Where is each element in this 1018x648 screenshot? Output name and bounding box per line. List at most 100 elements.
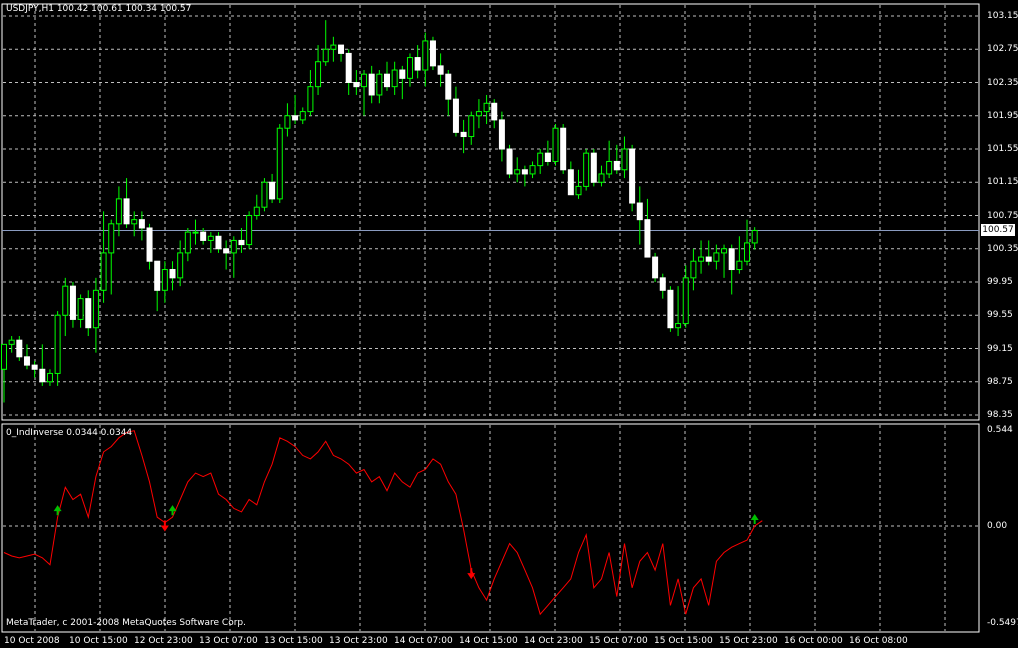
candle-body [698,256,705,262]
candle-body [138,219,145,229]
candle-body [200,231,207,241]
candle-body [261,181,268,208]
candle-body [100,252,107,291]
candle-body [498,119,505,150]
candle-body [736,260,743,271]
candle-body [399,69,406,79]
candle-body [667,289,674,329]
candle-body [705,256,712,262]
candle-body [115,198,122,225]
candle-body [613,160,620,171]
candle-body [644,219,651,258]
candle-body [506,148,513,175]
candle-body [223,248,230,254]
time-tick-label: 15 Oct 15:00 [654,636,713,646]
candle-body [238,239,245,246]
price-tick-label: 100.35 [987,243,1018,254]
candle-body [721,248,728,254]
candle-body [62,285,69,316]
indicator-series [3,430,763,616]
candle-body [537,152,544,167]
candle-body [491,102,498,121]
time-tick-label: 16 Oct 08:00 [849,636,908,646]
candle-body [1,343,7,370]
down-arrow-stem [470,568,473,574]
down-arrow-icon [160,525,169,532]
time-tick-label: 12 Oct 23:00 [134,636,193,646]
price-tick-label: 101.15 [987,177,1018,188]
candle-body [751,229,758,244]
price-tick-label: 98.35 [987,410,1013,420]
candle-body [123,198,130,225]
candle-body [514,169,521,175]
candle-body [69,285,76,320]
price-tick-label: 101.55 [987,144,1018,154]
candle-body [292,115,299,121]
price-tick-label: 102.35 [987,77,1018,88]
candle-body [276,127,283,200]
indicator-tick-label: -0.5497 [987,618,1018,628]
candle-body [92,289,99,329]
time-tick-label: 15 Oct 23:00 [719,636,778,646]
candle-body [460,131,467,138]
up-arrow-stem [56,510,59,516]
candle-body [8,339,15,345]
candle-body [713,252,720,262]
indicator-line [3,430,763,616]
candle-body [552,127,559,162]
candle-body [475,111,482,117]
candle-body [728,248,735,271]
candle-body [544,152,551,162]
candle-body [391,69,398,88]
candle-body [636,202,643,221]
time-tick-label: 10 Oct 2008 [4,636,60,646]
candle-body [85,298,92,329]
candle-body [330,44,337,50]
up-arrow-stem [753,518,756,524]
signal-arrows [53,505,759,580]
candle-body [675,323,682,329]
candle-body [46,372,53,383]
candle-body [422,40,429,71]
price-tick-label: 99.95 [987,277,1013,287]
candle-body [39,368,46,383]
candle-body [230,239,237,254]
candle-body [54,314,61,374]
time-tick-label: 13 Oct 23:00 [329,636,388,646]
candle-body [177,252,184,279]
candle-body [368,73,375,96]
candle-body [529,165,536,175]
candle-body [575,185,582,196]
indicator-title: 0_IndInverse 0.0344 0.0344 [6,428,133,438]
candlestick-series [1,20,758,403]
candle-body [452,98,459,133]
metatrader-chart-window[interactable]: USDJPY,H1 100.42 100.61 100.34 100.57 0_… [0,0,1018,648]
candle-body [583,152,590,187]
time-tick-label: 10 Oct 15:00 [69,636,128,646]
candle-body [744,242,751,262]
price-tick-label: 99.15 [987,343,1013,354]
candle-body [659,277,666,291]
candle-body [131,219,138,225]
time-tick-label: 14 Oct 07:00 [394,636,453,646]
candle-body [108,223,115,254]
candle-body [567,169,574,196]
candle-body [606,160,613,175]
candle-body [598,173,605,183]
time-tick-label: 14 Oct 15:00 [459,636,518,646]
price-tick-label: 100.75 [987,210,1018,221]
candle-body [590,152,597,183]
candle-body [169,269,176,279]
price-tick-label: 102.75 [987,44,1018,55]
candle-body [414,57,421,71]
chart-symbol-title: USDJPY,H1 100.42 100.61 100.34 100.57 [6,4,192,14]
candle-body [361,73,368,88]
time-tick-label: 13 Oct 15:00 [264,636,323,646]
candle-body [621,148,628,171]
candle-body [154,260,161,291]
candle-body [322,48,329,63]
candle-body [31,364,38,370]
candle-body [690,260,697,279]
chart-canvas[interactable] [0,0,1018,648]
price-tick-label: 99.55 [987,310,1013,321]
